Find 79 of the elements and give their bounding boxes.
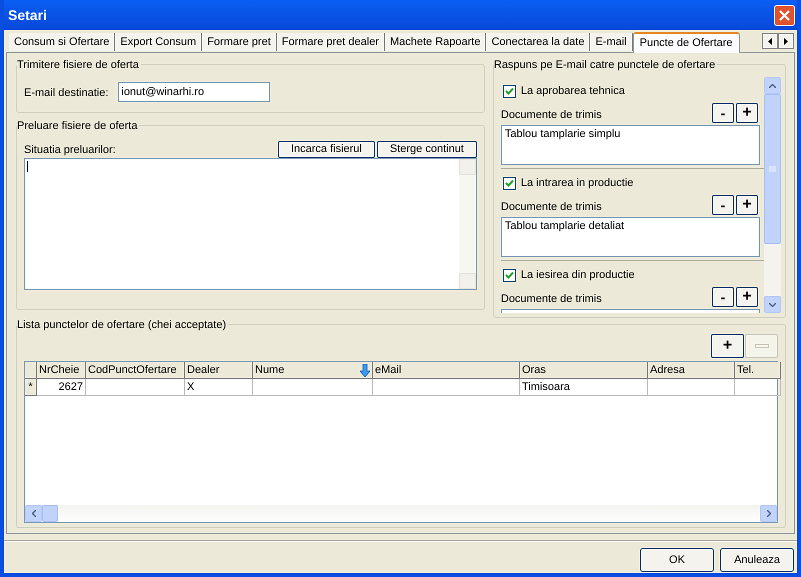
add-button[interactable]: + <box>711 334 744 358</box>
field-label: E-mail destinatie: <box>24 86 108 100</box>
right-chevron-icon <box>766 510 770 517</box>
scroll-right-button[interactable] <box>778 33 794 49</box>
tab[interactable]: Formare pret <box>202 33 277 51</box>
remove-button[interactable]: - <box>712 103 734 123</box>
column-label: Dealer <box>187 362 220 378</box>
column-label: Nume <box>255 362 284 378</box>
column-label: Oras <box>522 362 546 378</box>
up-chevron-icon <box>769 84 776 88</box>
table-cell: 2627 <box>37 379 86 396</box>
close-icon <box>779 10 790 20</box>
checkbox[interactable] <box>502 84 516 98</box>
column-header[interactable]: Oras <box>520 362 648 379</box>
scroll-thumb[interactable] <box>764 94 781 244</box>
right-triangle-icon <box>784 38 788 44</box>
table-cell: Timisoara <box>520 379 648 396</box>
document-list[interactable]: Tablou tamplarie detaliat <box>500 217 760 257</box>
checkbox[interactable] <box>502 176 516 190</box>
checkbox-label: La iesirea din productie <box>520 268 635 283</box>
button[interactable]: Anuleaza <box>720 548 794 572</box>
row-marker: * <box>25 379 37 396</box>
add-button[interactable]: + <box>736 103 758 123</box>
minus-icon <box>754 344 768 348</box>
left-chevron-icon <box>32 510 36 517</box>
field-label: Documente de trimis <box>500 200 602 214</box>
column-header[interactable]: Dealer <box>185 362 253 379</box>
field-label: Situatia preluarilor: <box>24 142 116 158</box>
tab[interactable]: E-mail <box>590 33 633 51</box>
tab[interactable]: Consum si Ofertare <box>9 33 116 51</box>
scroll-down-button <box>458 273 476 289</box>
field-label: Documente de trimis <box>500 108 602 122</box>
checkbox-label: La intrarea in productie <box>520 176 634 191</box>
group-title: Lista punctelor de ofertare (chei acceptate) <box>17 317 228 334</box>
document-list[interactable]: Tablou tamplarie simplu <box>500 125 760 165</box>
column-header[interactable]: CodPunctOfertare <box>86 362 185 379</box>
grip-icon <box>769 166 776 172</box>
tab[interactable]: Formare pret dealer <box>276 33 385 51</box>
left-triangle-icon <box>768 38 772 44</box>
scroll-down-button[interactable] <box>764 296 781 313</box>
scroll-up-button <box>458 159 476 175</box>
column-header[interactable]: Adresa <box>648 362 735 379</box>
column-label: Tel. <box>737 362 754 378</box>
list-item[interactable]: Tablou tamplarie detaliat <box>504 218 756 234</box>
table-cell <box>735 379 781 396</box>
column-label: NrCheie <box>39 362 80 378</box>
remove-button[interactable]: - <box>712 287 734 307</box>
add-button[interactable]: + <box>736 287 758 307</box>
column-label: eMail <box>375 362 402 378</box>
tab[interactable]: Puncte de Ofertare <box>632 32 740 53</box>
tab[interactable]: Export Consum <box>115 33 202 51</box>
button[interactable]: Incarca fisierul <box>278 141 375 158</box>
column-header[interactable]: Tel. <box>735 362 781 379</box>
column-header[interactable]: Nume <box>253 362 373 379</box>
column-header[interactable]: NrCheie <box>37 362 86 379</box>
column-header[interactable]: eMail <box>373 362 520 379</box>
tab[interactable]: Machete Rapoarte <box>384 33 486 51</box>
checkbox[interactable] <box>502 268 516 282</box>
row-header <box>25 362 37 379</box>
down-chevron-icon <box>769 302 776 306</box>
button[interactable]: OK <box>640 548 714 572</box>
button[interactable]: Sterge continut <box>376 141 477 158</box>
close-button[interactable] <box>774 4 795 26</box>
window-title: Setari <box>8 6 47 24</box>
add-button[interactable]: + <box>736 195 758 215</box>
remove-button[interactable]: - <box>712 195 734 215</box>
column-label: CodPunctOfertare <box>88 362 177 378</box>
list-item[interactable]: Tablou tamplarie simplu <box>504 126 756 142</box>
group-title: Raspuns pe E-mail catre punctele de ofertare <box>494 57 718 74</box>
text-cursor <box>27 161 28 172</box>
tab[interactable]: Conectarea la date <box>486 33 590 51</box>
scroll-thumb[interactable] <box>42 505 58 522</box>
scroll-left-button[interactable] <box>762 33 778 49</box>
table-cell: X <box>185 379 253 396</box>
column-label: Adresa <box>650 362 685 378</box>
field-label: Documente de trimis <box>500 292 602 306</box>
checkbox-label: La aprobarea tehnica <box>520 84 625 99</box>
scroll-up-button[interactable] <box>764 77 781 94</box>
email-field[interactable]: ionut@winarhi.ro <box>118 82 270 102</box>
